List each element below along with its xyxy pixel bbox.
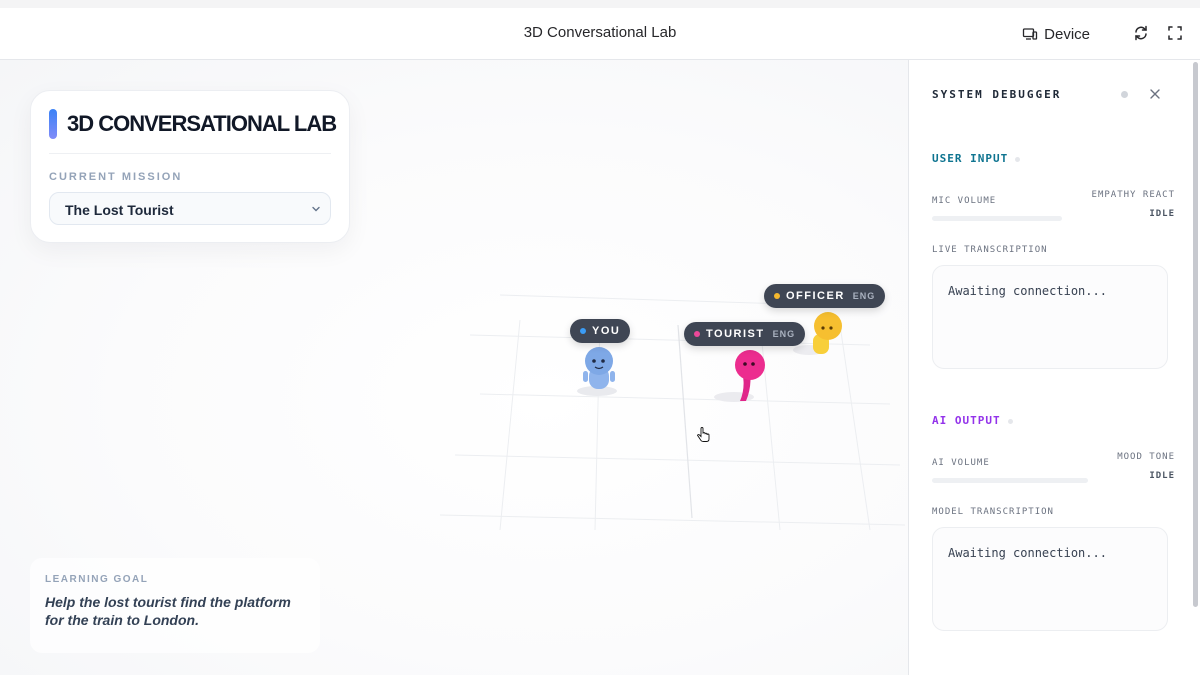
you-tag: YOU: [570, 319, 631, 343]
character-name: OFFICER: [786, 290, 845, 302]
status-dot: [774, 293, 780, 299]
model-transcription-box: Awaiting connection...: [932, 527, 1168, 631]
title-accent-bar: [49, 109, 57, 139]
system-debugger-panel: SYSTEM DEBUGGER USER INPUT MIC VOLUME EM…: [908, 60, 1200, 675]
status-dot: [694, 331, 700, 337]
mission-select-value: The Lost Tourist: [65, 202, 174, 218]
hand-cursor-icon: [697, 427, 710, 442]
fullscreen-icon[interactable]: [1166, 24, 1184, 42]
device-icon: [1022, 28, 1038, 40]
top-bar: 3D Conversational Lab Device: [0, 0, 1200, 60]
tourist-tag: TOURIST ENG: [684, 322, 806, 346]
live-transcription-box: Awaiting connection...: [932, 265, 1168, 369]
page-title: 3D Conversational Lab: [523, 24, 677, 41]
ai-output-heading-text: AI OUTPUT: [932, 414, 1001, 427]
ai-output-status-dot: [1007, 418, 1013, 424]
user-input-heading: USER INPUT: [932, 152, 1021, 165]
you-avatar[interactable]: [575, 343, 625, 399]
ai-volume-label: AI VOLUME: [932, 458, 990, 468]
status-dot: [580, 328, 586, 334]
mission-card: 3D CONVERSATIONAL LAB CURRENT MISSION Th…: [30, 90, 350, 243]
empathy-react-label: EMPATHY REACT: [1091, 190, 1175, 200]
language-badge: ENG: [852, 291, 876, 301]
learning-goal-label: LEARNING GOAL: [45, 574, 149, 585]
mic-volume-meter: [932, 216, 1062, 221]
language-badge: ENG: [772, 329, 796, 339]
ai-output-heading: AI OUTPUT: [932, 414, 1013, 427]
mission-select[interactable]: The Lost Tourist: [49, 192, 331, 225]
current-mission-label: CURRENT MISSION: [49, 171, 183, 183]
user-input-heading-text: USER INPUT: [932, 152, 1009, 165]
device-button[interactable]: Device: [1022, 22, 1090, 46]
mic-volume-label: MIC VOLUME: [932, 196, 997, 206]
learning-goal-card: LEARNING GOAL Help the lost tourist find…: [30, 558, 320, 653]
ai-volume-meter: [932, 478, 1088, 483]
user-input-status-dot: [1015, 156, 1021, 162]
scene-canvas[interactable]: 3D CONVERSATIONAL LAB CURRENT MISSION Th…: [0, 60, 908, 675]
learning-goal-text: Help the lost tourist find the platform …: [45, 594, 291, 628]
live-transcription-label: LIVE TRANSCRIPTION: [932, 245, 1048, 255]
mood-tone-label: MOOD TONE: [1117, 452, 1175, 462]
divider: [49, 153, 331, 154]
close-icon[interactable]: [1148, 87, 1162, 101]
lab-title: 3D CONVERSATIONAL LAB: [67, 111, 337, 136]
officer-tag: OFFICER ENG: [764, 284, 886, 308]
mood-tone-value: IDLE: [1149, 471, 1175, 481]
chevron-down-icon: [312, 206, 320, 212]
debugger-title: SYSTEM DEBUGGER: [932, 88, 1062, 101]
character-name: YOU: [592, 325, 621, 337]
tourist-avatar[interactable]: [712, 347, 772, 405]
connection-status-dot: [1121, 91, 1128, 98]
character-name: TOURIST: [706, 328, 765, 340]
empathy-react-value: IDLE: [1149, 209, 1175, 219]
live-transcription-text: Awaiting connection...: [948, 284, 1107, 298]
scrollbar[interactable]: [1193, 62, 1198, 607]
model-transcription-text: Awaiting connection...: [948, 546, 1107, 560]
device-label: Device: [1044, 25, 1090, 43]
refresh-icon[interactable]: [1132, 24, 1150, 42]
model-transcription-label: MODEL TRANSCRIPTION: [932, 507, 1054, 517]
